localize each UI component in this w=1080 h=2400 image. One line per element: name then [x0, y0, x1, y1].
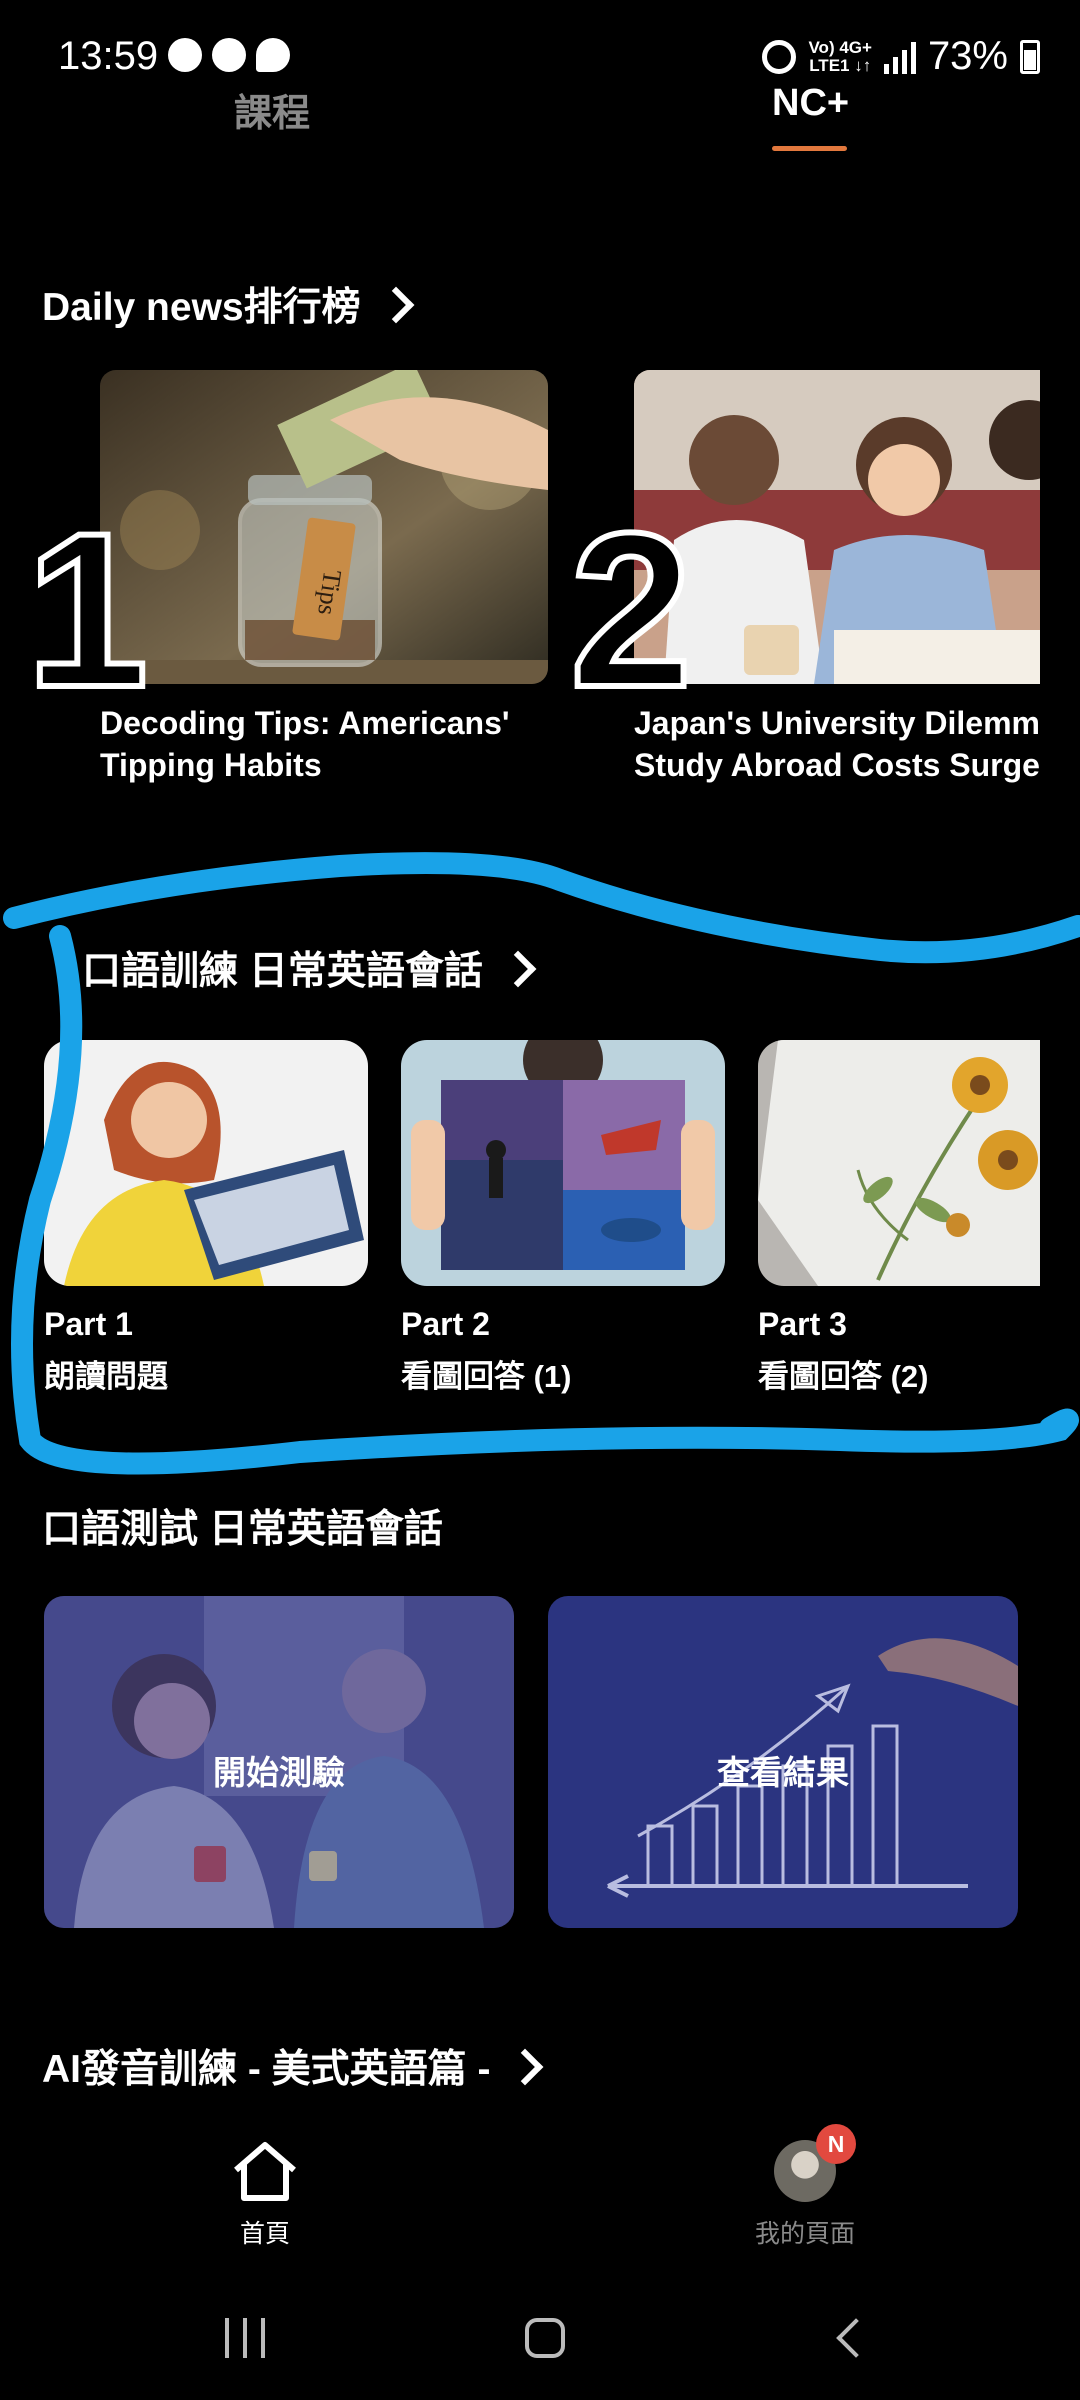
view-results-card[interactable]: 查看結果 [548, 1596, 1018, 1928]
daily-news-title: Daily news排行榜 [42, 286, 361, 329]
storybook-photo [401, 1040, 725, 1286]
news-title-1-line2: Tipping Habits [100, 747, 322, 783]
part-3-label: Part 3 [758, 1306, 847, 1342]
tab-ncplus[interactable]: NC+ [772, 82, 849, 125]
start-test-card[interactable]: 開始測驗 [44, 1596, 514, 1928]
part-1-subtitle: 朗讀問題 [44, 1359, 168, 1394]
part-card-1[interactable]: Part 1 朗讀問題 [44, 1040, 368, 1396]
chevron-right-icon [507, 2048, 544, 2086]
speaking-training-title: 口語訓練 日常英語會話 [82, 950, 483, 993]
news-title-1-line1: Decoding Tips: Americans' [100, 705, 510, 741]
avatar: N [774, 2124, 856, 2202]
news-title-2-line1: Japan's University Dilemma [634, 705, 1040, 741]
chat-icon [256, 38, 290, 72]
news-title-2-line2: Study Abroad Costs Surge [634, 747, 1040, 783]
speaking-training-header[interactable]: 口語訓練 日常英語會話 [82, 940, 537, 996]
news-card-1[interactable]: Tips 1 Decoding Tips: Americans' Tipping… [0, 370, 560, 790]
home-icon [234, 2142, 296, 2201]
part-2-label: Part 2 [401, 1306, 490, 1342]
part-3-subtitle: 看圖回答 (2) [758, 1359, 929, 1394]
part-card-3[interactable]: Part 3 看圖回答 (2) [758, 1040, 1040, 1396]
status-time: 13:59 [58, 34, 159, 78]
news-title-2: Japan's University Dilemma Study Abroad … [634, 702, 1040, 786]
start-test-label: 開始測驗 [213, 1754, 345, 1791]
recent-apps-icon[interactable] [225, 2318, 265, 2358]
flower-illustration [758, 1040, 1040, 1286]
chevron-right-icon [377, 286, 414, 324]
network-indicator: Vo) 4G+ LTE1 ↓↑ [808, 37, 872, 75]
view-results-label: 查看結果 [717, 1754, 849, 1791]
messenger-icon [212, 38, 246, 72]
signal-icon [883, 40, 916, 74]
system-home-icon[interactable] [525, 2318, 565, 2358]
nav-home[interactable]: 首頁 [215, 2140, 315, 2250]
status-right: Vo) 4G+ LTE1 ↓↑ 73% [762, 34, 1040, 79]
bottom-nav: 首頁 N 我的頁面 [0, 2120, 1080, 2280]
network-top-text: Vo) 4G+ [808, 37, 872, 57]
news-rank-1: 1 [23, 487, 151, 733]
part-card-2[interactable]: Part 2 看圖回答 (1) [401, 1040, 725, 1396]
news-card-2[interactable]: 2 Japan's University Dilemma Study Abroa… [560, 370, 1040, 790]
nav-my-page[interactable]: N 我的頁面 [745, 2124, 865, 2250]
chevron-right-icon [499, 950, 537, 988]
nav-home-label: 首頁 [239, 2220, 290, 2248]
reading-woman-photo [44, 1040, 368, 1286]
back-icon[interactable] [836, 2318, 876, 2358]
flower-drawing-photo [758, 1040, 1040, 1286]
reading-woman-illustration [44, 1040, 368, 1286]
storybook-illustration [401, 1040, 725, 1286]
gear-notification-icon [168, 38, 202, 72]
system-navigation-bar [0, 2280, 1080, 2400]
tip-jar-photo: Tips [100, 370, 548, 684]
alarm-icon [762, 39, 797, 74]
speaking-test-title: 口語測試 日常英語會話 [42, 1508, 443, 1551]
nav-my-page-label: 我的頁面 [754, 2220, 855, 2248]
notification-icons [168, 38, 290, 72]
part-1-label: Part 1 [44, 1306, 133, 1342]
status-bar: 13:59 Vo) 4G+ LTE1 ↓↑ 73% [0, 0, 1080, 100]
active-tab-indicator [772, 146, 847, 151]
speaking-test-header: 口語測試 日常英語會話 [42, 1498, 443, 1554]
battery-percent: 73% [927, 34, 1008, 78]
ai-pronunciation-header[interactable]: AI發音訓練 - 美式英語篇 - [42, 2038, 544, 2094]
battery-icon [1020, 39, 1040, 74]
news-rank-2: 2 [567, 487, 695, 733]
daily-news-header[interactable]: Daily news排行榜 [42, 276, 414, 332]
tip-jar-illustration: Tips [100, 370, 548, 684]
ai-pronunciation-title: AI發音訓練 - 美式英語篇 - [42, 2048, 491, 2091]
part-2-subtitle: 看圖回答 (1) [401, 1359, 572, 1394]
tab-courses[interactable]: 課程 [234, 82, 310, 137]
students-illustration [634, 370, 1040, 684]
students-studying-photo [634, 370, 1040, 684]
news-title-1: Decoding Tips: Americans' Tipping Habits [100, 702, 560, 786]
notification-badge: N [816, 2124, 856, 2164]
network-bottom-text: LTE1 ↓↑ [809, 55, 872, 75]
